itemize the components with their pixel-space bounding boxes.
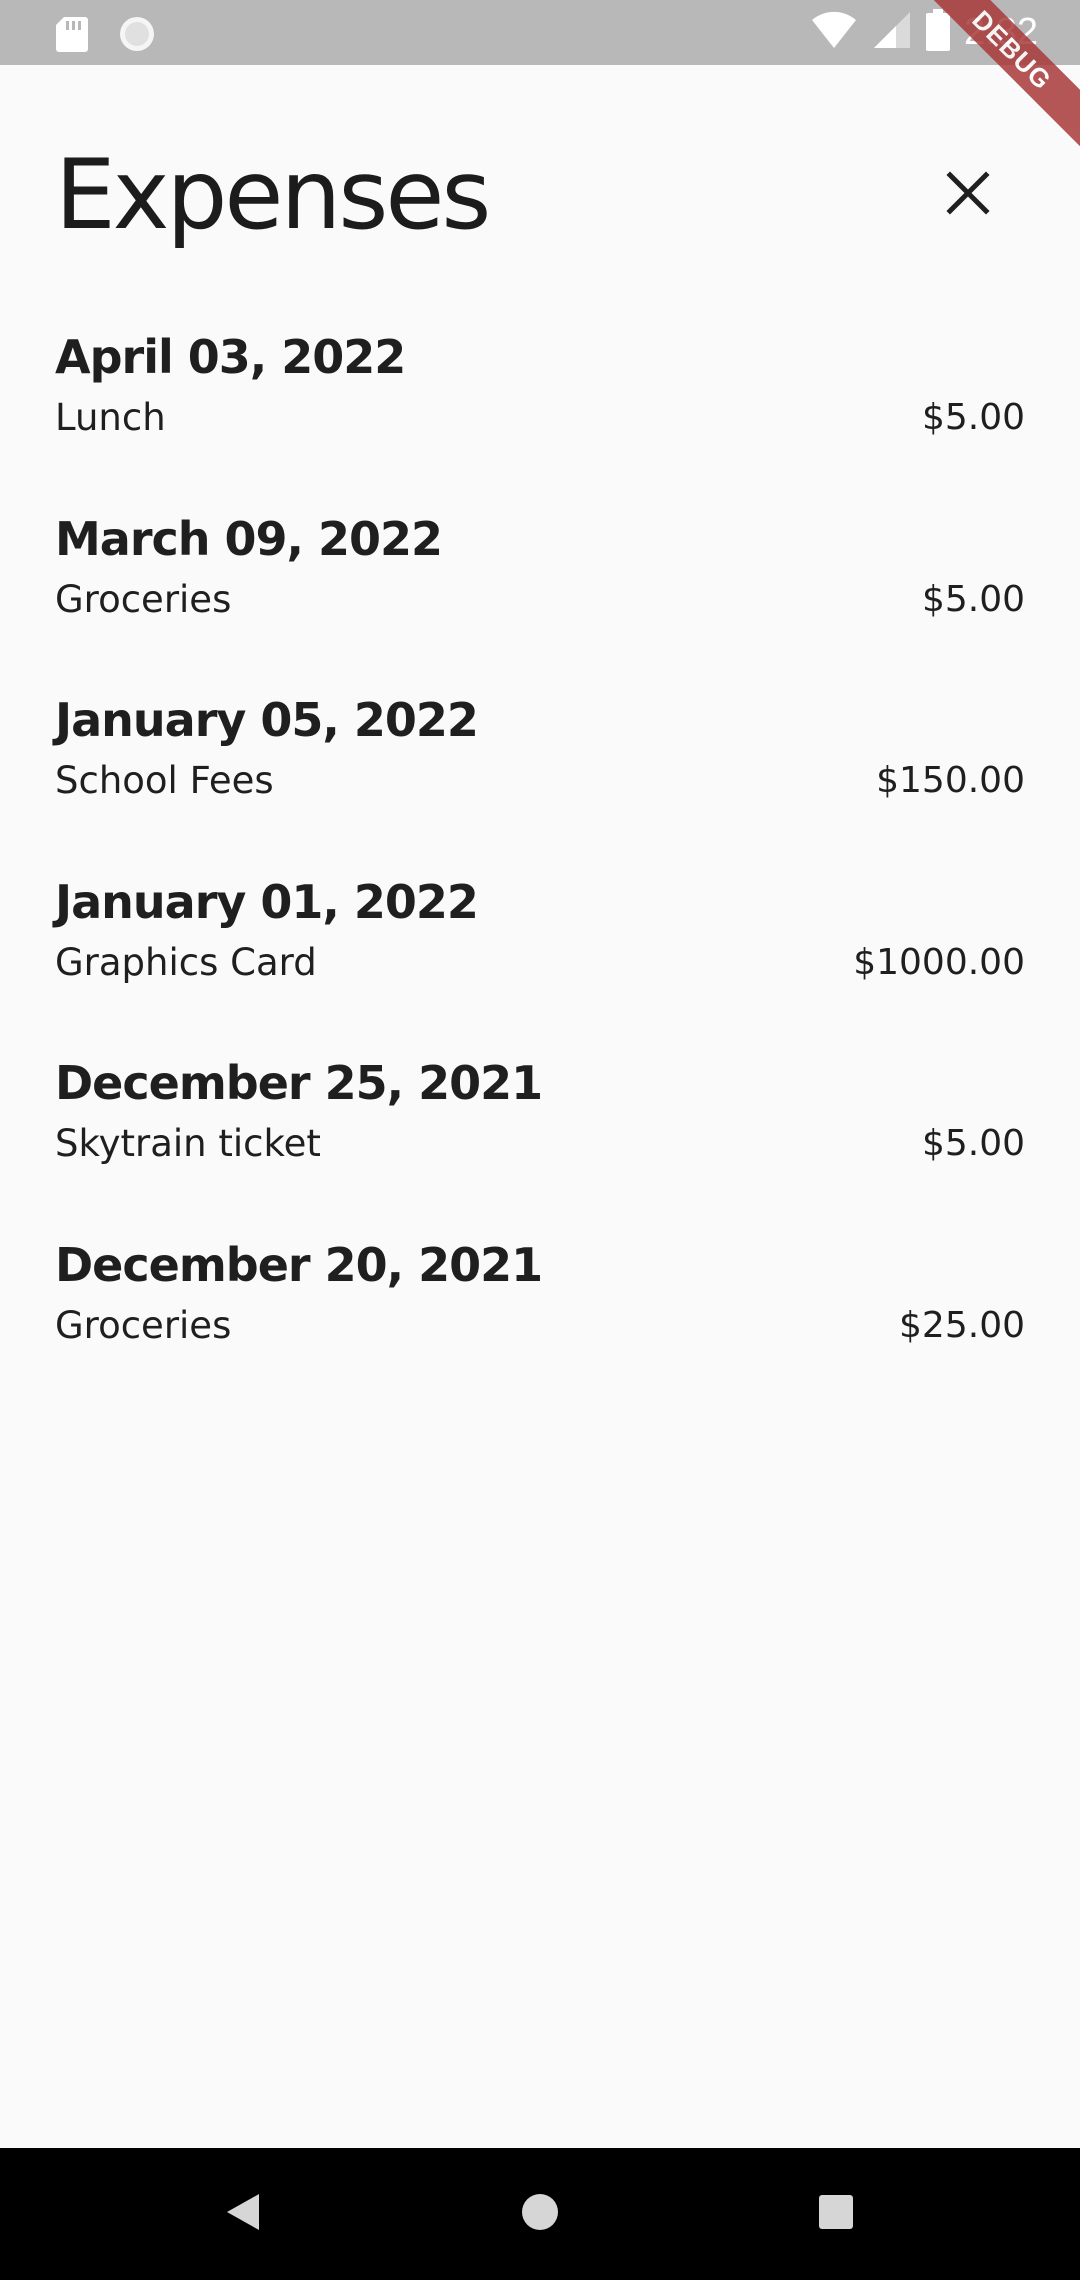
expense-item[interactable]: January 01, 2022 Graphics Card $1000.00 [55,865,1025,1047]
sync-icon [117,14,157,58]
expense-description: Groceries [55,1303,232,1347]
expense-amount: $25.00 [899,1304,1025,1346]
battery-icon [926,9,951,55]
expense-amount: $150.00 [876,760,1025,801]
expense-date: December 25, 2021 [55,1056,543,1110]
expense-amount: $5.00 [921,397,1025,438]
page-title: Expenses [55,139,491,251]
expense-date: March 09, 2022 [55,511,443,566]
close-icon [946,171,990,219]
recents-icon [818,2194,854,2234]
expense-date: December 20, 2021 [55,1237,543,1292]
back-icon [223,2190,263,2238]
expense-description: Skytrain ticket [55,1122,321,1165]
sd-card-icon [55,15,89,57]
expense-date: January 01, 2022 [55,874,479,929]
expense-description: Lunch [55,396,166,439]
signal-icon [872,10,912,54]
wifi-icon [810,10,858,54]
expense-date: April 03, 2022 [55,330,406,384]
home-icon [520,2192,560,2236]
expenses-screen: 2:32 DEBUG Expenses April 03, 2022 Lunch… [0,0,1080,2280]
recents-button[interactable] [806,2184,866,2244]
expense-item[interactable]: December 25, 2021 Skytrain ticket $5.00 [55,1046,1025,1228]
expense-item[interactable]: March 09, 2022 Groceries $5.00 [55,502,1025,684]
expense-amount: $1000.00 [853,941,1025,983]
expense-item[interactable]: January 05, 2022 School Fees $150.00 [55,683,1025,865]
close-button[interactable] [933,160,1003,230]
expense-description: Groceries [55,577,232,621]
status-bar: 2:32 [0,0,1080,65]
expense-amount: $5.00 [921,1123,1025,1164]
expense-description: School Fees [55,759,274,802]
expense-item[interactable]: December 20, 2021 Groceries $25.00 [55,1228,1025,1410]
expense-list: April 03, 2022 Lunch $5.00 March 09, 202… [55,320,1025,1409]
status-bar-left [55,14,157,58]
expense-item[interactable]: April 03, 2022 Lunch $5.00 [55,320,1025,502]
expense-description: Graphics Card [55,940,317,984]
header: Expenses [55,130,1025,260]
back-button[interactable] [213,2184,273,2244]
navigation-bar [0,2148,1080,2280]
home-button[interactable] [510,2184,570,2244]
expense-date: January 05, 2022 [55,693,479,747]
expense-amount: $5.00 [921,578,1025,620]
